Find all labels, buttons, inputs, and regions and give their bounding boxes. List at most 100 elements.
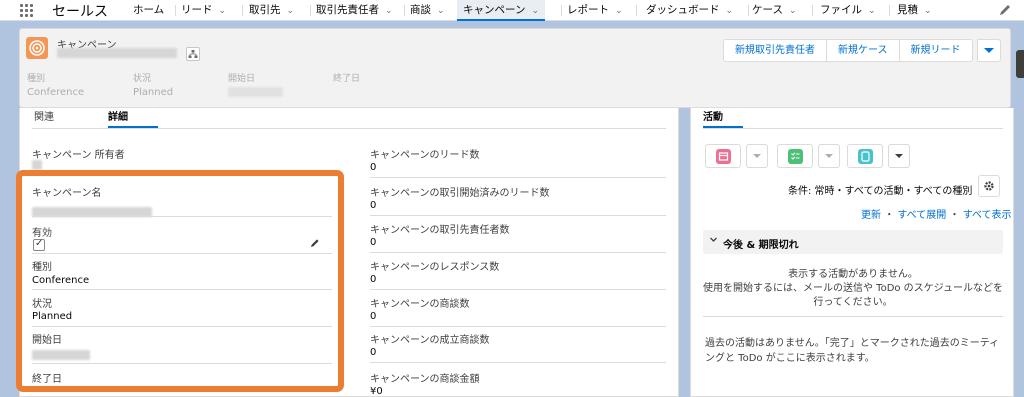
nav-tab[interactable]: ホーム <box>133 0 164 21</box>
nav-tab-label: リード <box>181 4 213 16</box>
edit-nav-pencil-icon[interactable] <box>998 3 1012 17</box>
nav-tab-label: レポート <box>567 4 609 16</box>
field-divider <box>370 289 666 290</box>
field-label: キャンペーンのリード数 <box>370 150 480 161</box>
chevron-down-icon[interactable]: ⌄ <box>615 6 623 16</box>
call-menu-button[interactable] <box>888 144 910 168</box>
new-event-button[interactable] <box>705 144 741 168</box>
activity-links: 更新 ・ すべて展開 ・ すべて表示 <box>861 206 1012 221</box>
record-name-redacted <box>57 48 177 58</box>
new-lead-button[interactable]: 新規リード <box>898 39 973 62</box>
side-panel-handle[interactable] <box>1016 50 1024 78</box>
chevron-down-icon[interactable]: ⌄ <box>868 6 876 16</box>
chevron-down-icon[interactable]: ⌄ <box>219 6 227 16</box>
chevron-down-icon[interactable]: ⌄ <box>385 6 393 16</box>
tab-activity[interactable]: 活動 <box>703 108 723 123</box>
nav-tab-label: 商談 <box>410 4 431 16</box>
empty-message-line-2: 使用を開始するには、メールの送信や ToDo のスケジュールなどを <box>702 283 1003 294</box>
field-value: 0 <box>370 274 377 285</box>
field-value: 0 <box>370 162 377 173</box>
link-separator: ・ <box>884 210 895 221</box>
nav-tab[interactable]: 見積 ⌄ <box>897 0 932 21</box>
section-title: 今後 & 期限切れ <box>723 240 799 251</box>
field-label: キャンペーンの取引開始済みのリード数 <box>370 188 550 199</box>
nav-tab-label: 取引先 <box>249 4 281 16</box>
field-value: 0 <box>370 200 377 211</box>
new-case-button[interactable]: 新規ケース <box>826 39 900 62</box>
chevron-down-icon[interactable]: ⌄ <box>726 6 734 16</box>
highlight-box <box>16 170 344 392</box>
header-label-start: 開始日 <box>228 74 256 84</box>
field-label: キャンペーンの商談金額 <box>370 374 480 385</box>
app-name: セールス <box>52 4 108 20</box>
filter-settings-button[interactable] <box>978 175 1000 197</box>
new-task-button[interactable] <box>777 144 813 168</box>
header-label-status: 状況 <box>133 74 152 84</box>
global-nav: セールス ホーム リード ⌄ 取引先 ⌄ 取引先責任者 ⌄ 商談 ⌄ キャンペーン ⌄ レポート ⌄ ダッ… <box>0 0 1024 21</box>
nav-tab[interactable]: リード ⌄ <box>181 0 226 21</box>
activity-filter-text: 条件: 常時・すべての活動・すべての種別 <box>788 186 973 197</box>
nav-tab[interactable]: ファイル ⌄ <box>820 0 876 21</box>
section-divider <box>703 316 1003 317</box>
header-value-start-redacted <box>228 87 283 97</box>
tab-separator <box>561 5 562 16</box>
tab-separator <box>889 5 890 16</box>
new-contact-button[interactable]: 新規取引先責任者 <box>723 39 827 62</box>
tab-divider <box>32 128 666 129</box>
app-launcher-icon[interactable] <box>20 4 34 18</box>
nav-tab[interactable]: レポート ⌄ <box>567 0 623 21</box>
field-divider <box>370 177 666 178</box>
field-value: 0 <box>370 347 377 358</box>
header-value-status: Planned <box>133 87 174 98</box>
tab-details[interactable]: 詳細 <box>108 108 128 123</box>
field-label-owner: キャンペーン 所有者 <box>32 150 125 161</box>
nav-tab-label: ホーム <box>133 4 165 16</box>
owner-avatar[interactable] <box>32 160 42 170</box>
nav-tab[interactable]: 取引先 ⌄ <box>249 0 294 21</box>
tab-separator <box>636 5 637 16</box>
chevron-down-icon <box>983 48 994 53</box>
empty-message-line-1: 表示する活動がありません。 <box>788 269 918 280</box>
chevron-down-icon[interactable]: ⌄ <box>789 6 797 16</box>
campaign-icon <box>26 37 48 59</box>
chevron-down-icon[interactable]: ⌄ <box>924 6 932 16</box>
nav-tab[interactable]: ケース ⌄ <box>752 0 797 21</box>
activity-card: 活動 条件: 常時・すべての活動・すべての種別 更新 ・ すべて展開 ・ すべて… <box>690 108 1014 397</box>
chevron-down-icon[interactable]: ⌄ <box>287 6 295 16</box>
chevron-down-icon[interactable]: ⌄ <box>437 6 445 16</box>
nav-tab[interactable]: 商談 ⌄ <box>410 0 445 21</box>
chevron-down-icon <box>895 154 903 158</box>
nav-tab[interactable]: 取引先責任者 ⌄ <box>316 0 393 21</box>
tab-separator <box>812 5 813 16</box>
field-value: ¥0 <box>370 386 383 397</box>
nav-tab-label: 見積 <box>897 4 918 16</box>
field-divider <box>370 362 666 363</box>
refresh-link[interactable]: 更新 <box>861 210 881 221</box>
past-activity-line-1: 過去の活動はありません。「完了」とマークされた過去のミーティ <box>705 338 1000 349</box>
view-all-link[interactable]: すべて表示 <box>963 210 1012 221</box>
nav-tab[interactable]: キャンペーン ⌄ <box>457 0 546 21</box>
more-actions-button[interactable] <box>976 39 1001 62</box>
expand-all-link[interactable]: すべて展開 <box>897 210 946 221</box>
nav-tab-label: ケース <box>752 4 783 16</box>
nav-tab[interactable]: ダッシュボード ⌄ <box>646 0 733 21</box>
chevron-down-icon[interactable]: ⌄ <box>531 6 539 16</box>
field-value: 0 <box>370 237 377 248</box>
log-call-button[interactable] <box>847 144 883 168</box>
header-label-type: 種別 <box>27 74 46 84</box>
field-value: 0 <box>370 311 377 322</box>
link-separator: ・ <box>949 210 960 221</box>
chevron-down-icon <box>709 235 718 247</box>
field-label: キャンペーンの商談数 <box>370 299 470 310</box>
upcoming-overdue-section[interactable]: 今後 & 期限切れ <box>703 230 1003 254</box>
task-icon <box>788 149 803 164</box>
tab-related[interactable]: 関連 <box>34 108 54 123</box>
tab-separator <box>175 5 176 16</box>
tab-separator <box>242 5 243 16</box>
hierarchy-button[interactable] <box>186 47 200 61</box>
tab-separator <box>404 5 405 16</box>
task-menu-button[interactable] <box>818 144 840 168</box>
tab-separator <box>310 5 311 16</box>
event-menu-button[interactable] <box>746 144 768 168</box>
gear-icon <box>984 181 994 191</box>
